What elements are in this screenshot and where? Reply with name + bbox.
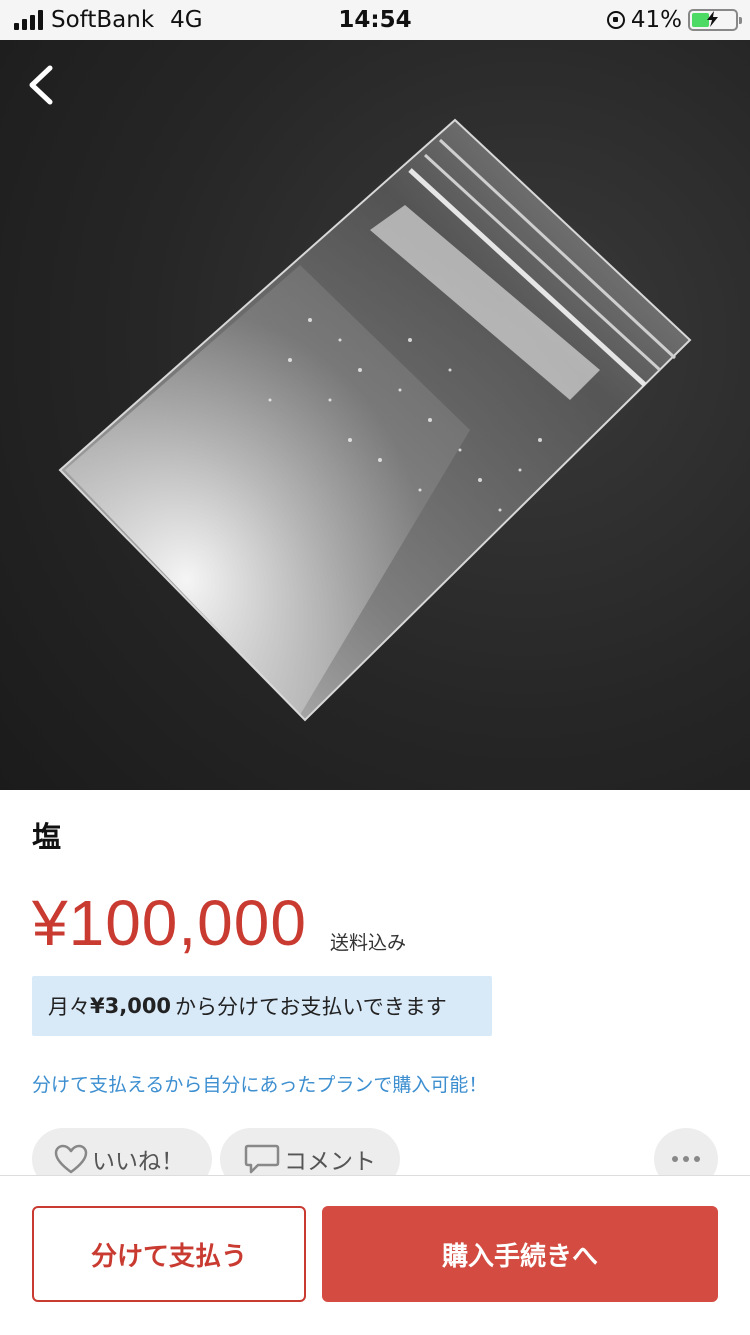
split-pay-button[interactable]: 分けて支払う <box>32 1206 306 1302</box>
salt-bag-photo <box>58 118 692 722</box>
like-label: いいね！ <box>92 1149 184 1175</box>
orientation-lock-icon <box>606 11 625 29</box>
ellipsis-icon <box>672 1156 678 1162</box>
plan-suffix: から分けてお支払いできます <box>175 995 447 1019</box>
installment-plan-box: 月々 ¥3,000 から分けてお支払いできます <box>32 976 492 1036</box>
shipping-note: 送料込み <box>330 932 407 954</box>
status-right: 41% <box>606 7 742 33</box>
heart-icon <box>54 1144 88 1174</box>
battery-cap <box>739 17 742 24</box>
plan-prefix: 月々 <box>48 995 90 1019</box>
status-bar: SoftBank 4G 14:54 41% <box>0 0 750 40</box>
product-title: 塩 <box>32 820 62 854</box>
product-image[interactable] <box>0 40 750 790</box>
plan-amount: ¥3,000 <box>90 994 172 1018</box>
comment-label: コメント <box>284 1149 376 1175</box>
charging-bolt-icon <box>707 11 718 27</box>
plan-info-link[interactable]: 分けて支払えるから自分にあったプランで購入可能！ <box>32 1070 487 1097</box>
buy-button[interactable]: 購入手続きへ <box>322 1206 718 1302</box>
battery-percent: 41% <box>630 7 682 33</box>
bottom-action-bar: 分けて支払う 購入手続きへ <box>0 1175 750 1335</box>
back-chevron-icon[interactable] <box>22 60 62 110</box>
battery-icon <box>688 9 742 31</box>
product-price: ¥100,000 <box>32 887 307 959</box>
speech-bubble-icon <box>244 1144 280 1174</box>
